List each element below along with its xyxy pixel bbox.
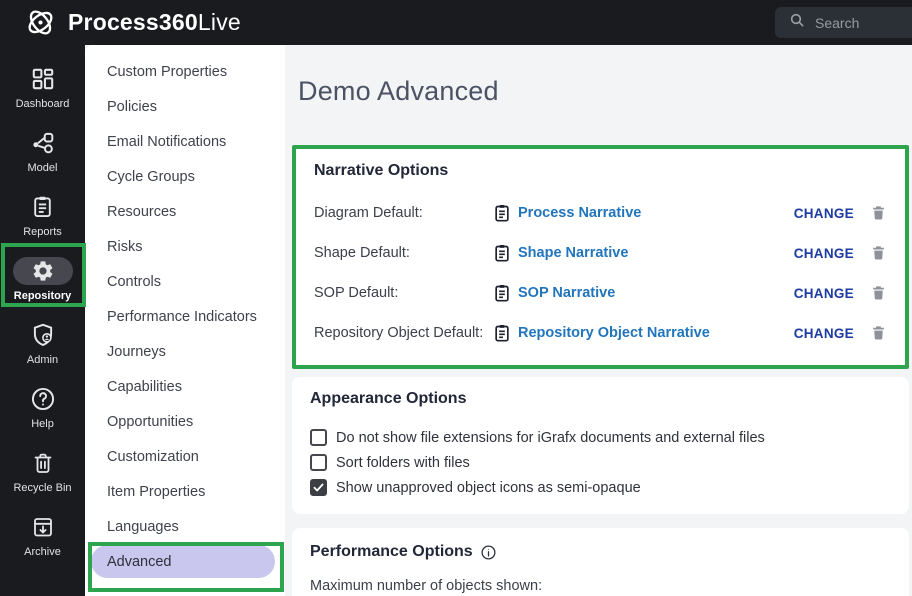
- sidebar-item-label: Repository: [14, 290, 71, 302]
- narrative-row: Repository Object Default: Repository Obj…: [314, 313, 887, 353]
- narrative-clipboard-icon: [492, 243, 512, 263]
- sidebar-item-model[interactable]: Model: [0, 119, 85, 183]
- narrative-link[interactable]: Process Narrative: [518, 205, 641, 221]
- sidebar-item-label: Model: [28, 162, 58, 174]
- archive-box-icon: [31, 513, 55, 541]
- change-button[interactable]: CHANGE: [794, 286, 854, 301]
- sidebar-item-help[interactable]: Help: [0, 375, 85, 439]
- sidebar-item-label: Recycle Bin: [13, 482, 71, 494]
- delete-icon[interactable]: [870, 244, 887, 262]
- narrative-row-label: SOP Default:: [314, 285, 492, 301]
- narrative-row: SOP Default: SOP Narrative CHANGE: [314, 273, 887, 313]
- info-icon[interactable]: [480, 544, 497, 561]
- delete-icon[interactable]: [870, 284, 887, 302]
- reports-clipboard-icon: [30, 193, 55, 221]
- appearance-options-card: Appearance Options Do not show file exte…: [292, 377, 909, 514]
- admin-shield-icon: [30, 321, 56, 349]
- checkbox-row[interactable]: Sort folders with files: [310, 450, 891, 475]
- narrative-row: Shape Default: Shape Narrative CHANGE: [314, 233, 887, 273]
- change-button[interactable]: CHANGE: [794, 246, 854, 261]
- submenu-item-item-properties[interactable]: Item Properties: [85, 474, 285, 509]
- submenu-item-opportunities[interactable]: Opportunities: [85, 404, 285, 439]
- search-box[interactable]: Search: [775, 7, 912, 38]
- topbar: Process360Live Search: [0, 0, 912, 45]
- submenu-item-performance-indicators[interactable]: Performance Indicators: [85, 299, 285, 334]
- narrative-link[interactable]: Repository Object Narrative: [518, 325, 710, 341]
- submenu-item-advanced[interactable]: Advanced: [91, 545, 275, 578]
- repository-gear-icon: [13, 257, 73, 285]
- appearance-options-heading: Appearance Options: [310, 389, 891, 409]
- submenu-item-journeys[interactable]: Journeys: [85, 334, 285, 369]
- narrative-clipboard-icon: [492, 203, 512, 223]
- secondary-sidebar: Custom PropertiesPoliciesEmail Notificat…: [85, 45, 285, 596]
- narrative-row-label: Diagram Default:: [314, 205, 492, 221]
- submenu-item-custom-properties[interactable]: Custom Properties: [85, 54, 285, 89]
- performance-options-card: Performance Options Maximum number of ob…: [292, 528, 909, 596]
- max-objects-label: Maximum number of objects shown:: [310, 578, 891, 594]
- change-button[interactable]: CHANGE: [794, 326, 854, 341]
- app-window: Process360Live Search Dashboard Model Repo…: [0, 0, 912, 596]
- sidebar-item-admin[interactable]: Admin: [0, 311, 85, 375]
- narrative-link[interactable]: SOP Narrative: [518, 285, 615, 301]
- checkbox-label: Show unapproved object icons as semi-opa…: [336, 480, 641, 496]
- sidebar-item-repository[interactable]: Repository: [0, 247, 85, 311]
- narrative-row-label: Shape Default:: [314, 245, 492, 261]
- recycle-bin-icon: [31, 449, 55, 477]
- submenu-item-controls[interactable]: Controls: [85, 264, 285, 299]
- delete-icon[interactable]: [870, 204, 887, 222]
- submenu-item-capabilities[interactable]: Capabilities: [85, 369, 285, 404]
- checkbox[interactable]: [310, 479, 327, 496]
- narrative-options-card: Narrative Options Diagram Default: Proces…: [292, 145, 909, 369]
- narrative-row-label: Repository Object Default:: [314, 325, 492, 341]
- model-nodes-icon: [30, 129, 56, 157]
- brand-title: Process360Live: [68, 9, 241, 36]
- checkbox-row[interactable]: Do not show file extensions for iGrafx d…: [310, 425, 891, 450]
- checkbox-label: Sort folders with files: [336, 455, 470, 471]
- submenu-item-resources[interactable]: Resources: [85, 194, 285, 229]
- sidebar-item-label: Archive: [24, 546, 61, 558]
- checkbox[interactable]: [310, 429, 327, 446]
- search-icon: [789, 12, 805, 33]
- main-content: Demo Advanced Narrative Options Diagram …: [285, 45, 912, 596]
- narrative-clipboard-icon: [492, 323, 512, 343]
- narrative-options-heading: Narrative Options: [314, 161, 887, 181]
- sidebar-item-label: Reports: [23, 226, 62, 238]
- submenu-item-policies[interactable]: Policies: [85, 89, 285, 124]
- sidebar-item-label: Dashboard: [16, 98, 70, 110]
- narrative-link[interactable]: Shape Narrative: [518, 245, 628, 261]
- sidebar-item-reports[interactable]: Reports: [0, 183, 85, 247]
- sidebar-item-recycle-bin[interactable]: Recycle Bin: [0, 439, 85, 503]
- page-title: Demo Advanced: [298, 72, 909, 110]
- submenu-item-customization[interactable]: Customization: [85, 439, 285, 474]
- search-placeholder: Search: [815, 15, 859, 31]
- submenu-item-languages[interactable]: Languages: [85, 509, 285, 544]
- submenu-item-cycle-groups[interactable]: Cycle Groups: [85, 159, 285, 194]
- change-button[interactable]: CHANGE: [794, 206, 854, 221]
- checkbox-label: Do not show file extensions for iGrafx d…: [336, 430, 765, 446]
- sidebar-item-label: Admin: [27, 354, 58, 366]
- sidebar-item-label: Help: [31, 418, 54, 430]
- primary-sidebar: Dashboard Model Reports Repository Admin Help…: [0, 45, 85, 596]
- performance-options-heading: Performance Options: [310, 542, 891, 562]
- submenu-item-email-notifications[interactable]: Email Notifications: [85, 124, 285, 159]
- sidebar-item-dashboard[interactable]: Dashboard: [0, 55, 85, 119]
- checkbox-row[interactable]: Show unapproved object icons as semi-opa…: [310, 475, 891, 500]
- sidebar-item-archive[interactable]: Archive: [0, 503, 85, 567]
- dashboard-grid-icon: [30, 65, 56, 93]
- brand-atom-icon: [24, 6, 57, 39]
- brand: Process360Live: [24, 6, 241, 39]
- narrative-clipboard-icon: [492, 283, 512, 303]
- delete-icon[interactable]: [870, 324, 887, 342]
- checkbox[interactable]: [310, 454, 327, 471]
- help-question-icon: [30, 385, 56, 413]
- submenu-item-risks[interactable]: Risks: [85, 229, 285, 264]
- narrative-row: Diagram Default: Process Narrative CHANGE: [314, 193, 887, 233]
